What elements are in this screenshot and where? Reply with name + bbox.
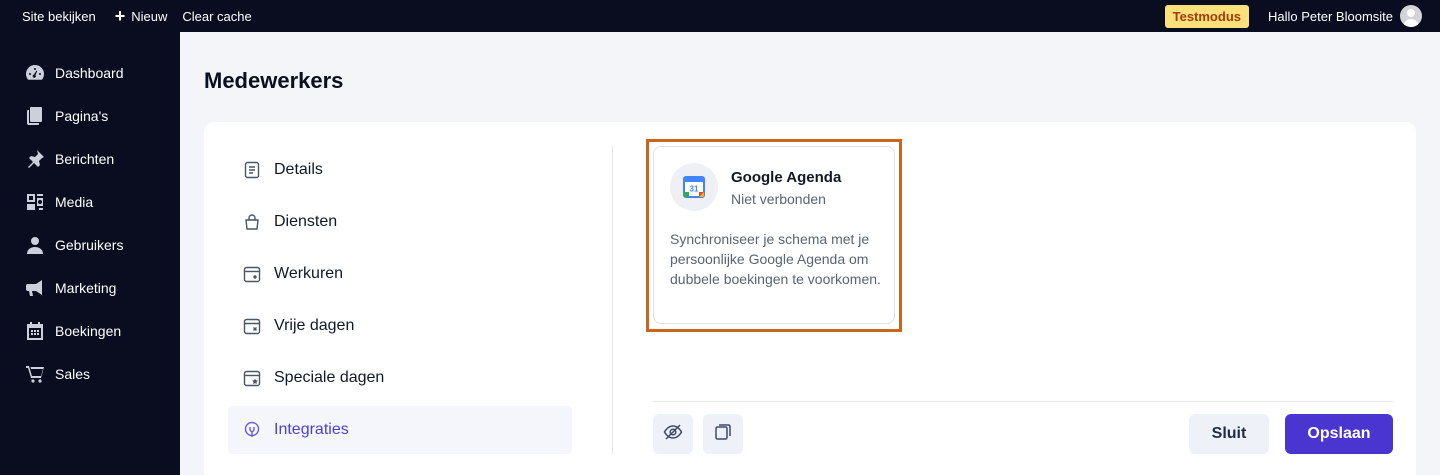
- calendar-icon: [24, 320, 46, 342]
- view-site-link[interactable]: Site bekijken: [22, 9, 96, 24]
- admin-top-bar: Site bekijken + Nieuw Clear cache Testmo…: [0, 0, 1440, 32]
- calendar-x-icon: [242, 316, 262, 336]
- megaphone-icon: [24, 277, 46, 299]
- sidebar-item-label: Gebruikers: [55, 237, 124, 253]
- sidebar-item-marketing[interactable]: Marketing: [0, 268, 180, 308]
- new-label: Nieuw: [131, 8, 168, 24]
- duplicate-button[interactable]: [703, 414, 743, 454]
- hide-button[interactable]: [653, 414, 693, 454]
- pages-icon: [24, 105, 46, 127]
- sidebar: Dashboard Pagina's Berichten Media Gebru…: [0, 32, 180, 475]
- sidebar-item-label: Sales: [55, 366, 91, 382]
- calendar-day-label: 31: [690, 185, 699, 194]
- sidebar-item-pages[interactable]: Pagina's: [0, 96, 180, 136]
- sidebar-item-label: Berichten: [55, 151, 115, 167]
- sidebar-item-label: Marketing: [55, 280, 117, 296]
- calendar-star-icon: [242, 368, 262, 388]
- copy-icon: [713, 422, 733, 447]
- cart-icon: [24, 363, 46, 385]
- user-greeting[interactable]: Hallo Peter Bloomsite: [1268, 9, 1393, 24]
- plug-icon: [242, 420, 262, 440]
- google-calendar-icon: 31: [670, 163, 718, 211]
- tab-days-off[interactable]: Vrije dagen: [228, 302, 572, 350]
- tab-label: Werkuren: [274, 265, 344, 282]
- bag-icon: [242, 212, 262, 232]
- integration-title: Google Agenda: [731, 169, 842, 186]
- test-mode-badge: Testmodus: [1164, 4, 1249, 28]
- close-button[interactable]: Sluit: [1189, 414, 1269, 454]
- tab-label: Diensten: [274, 213, 338, 230]
- integration-description: Synchroniseer je schema met je persoonli…: [670, 231, 881, 287]
- google-agenda-integration-card[interactable]: 31 Google Agenda Niet verbonden Synchron…: [653, 146, 895, 324]
- employee-settings-card: Details Diensten Werkuren Vrije dagen Sp…: [204, 122, 1416, 475]
- sidebar-item-label: Dashboard: [55, 65, 124, 81]
- sidebar-item-sales[interactable]: Sales: [0, 354, 180, 394]
- tab-label: Vrije dagen: [274, 317, 355, 334]
- sidebar-item-dashboard[interactable]: Dashboard: [0, 53, 180, 93]
- new-button[interactable]: + Nieuw: [115, 7, 168, 25]
- footer-divider: [653, 401, 1393, 402]
- tab-label: Speciale dagen: [274, 369, 385, 386]
- tab-label: Details: [274, 161, 323, 178]
- plus-icon: +: [114, 6, 126, 26]
- tab-integrations[interactable]: Integraties: [228, 406, 572, 454]
- pin-icon: [24, 148, 46, 170]
- sidebar-item-label: Media: [55, 194, 94, 210]
- eye-off-icon: [663, 422, 683, 447]
- tab-special-days[interactable]: Speciale dagen: [228, 354, 572, 402]
- media-icon: [24, 191, 46, 213]
- save-button[interactable]: Opslaan: [1285, 414, 1393, 454]
- tab-label: Integraties: [274, 421, 349, 438]
- calendar-clock-icon: [242, 264, 262, 284]
- clear-cache-link[interactable]: Clear cache: [182, 9, 251, 24]
- integration-status: Niet verbonden: [731, 191, 826, 207]
- document-icon: [242, 160, 262, 180]
- tab-details[interactable]: Details: [228, 146, 572, 194]
- dashboard-icon: [24, 62, 46, 84]
- tab-working-hours[interactable]: Werkuren: [228, 250, 572, 298]
- page-title: Medewerkers: [204, 68, 344, 93]
- sidebar-item-bookings[interactable]: Boekingen: [0, 311, 180, 351]
- sidebar-item-label: Boekingen: [55, 323, 122, 339]
- sidebar-item-media[interactable]: Media: [0, 182, 180, 222]
- user-icon: [24, 234, 46, 256]
- sidebar-item-label: Pagina's: [55, 108, 109, 124]
- avatar[interactable]: [1400, 5, 1422, 27]
- tabs-divider: [612, 146, 613, 454]
- sidebar-item-posts[interactable]: Berichten: [0, 139, 180, 179]
- tab-services[interactable]: Diensten: [228, 198, 572, 246]
- sidebar-item-users[interactable]: Gebruikers: [0, 225, 180, 265]
